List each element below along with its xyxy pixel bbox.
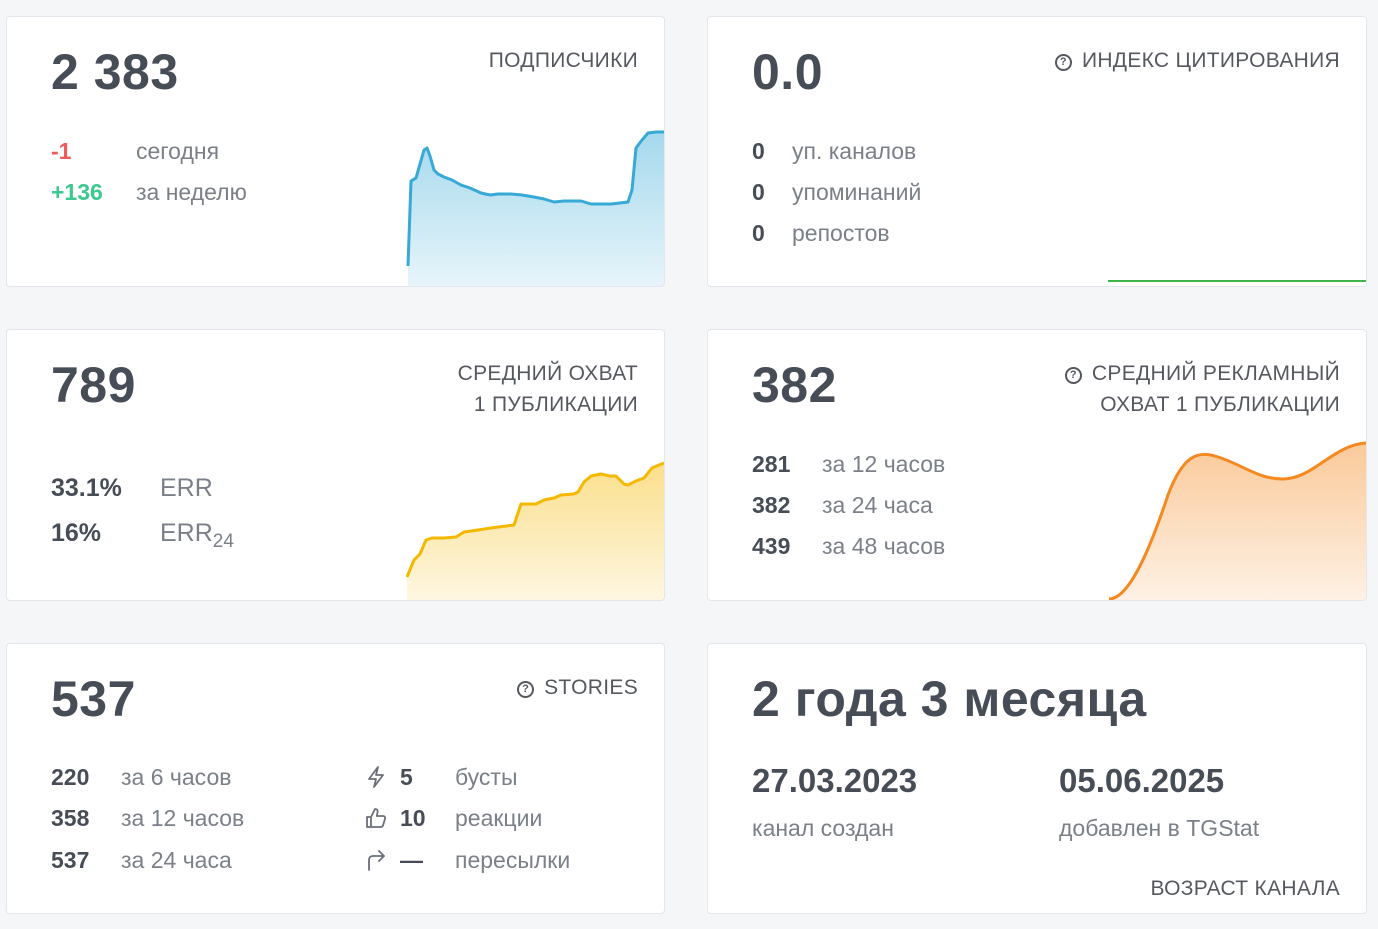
channel-age-card[interactable]: 2 года 3 месяца 27.03.2023 канал создан … [707,643,1367,914]
reactions-label: реакции [455,805,543,831]
reposts-count: 0 [752,220,765,246]
help-icon[interactable]: ? [1064,367,1082,384]
citation-sparkline [1108,280,1366,282]
err24-label: ERR24 [160,519,234,552]
lightning-icon [368,766,384,788]
added-label: добавлен в TGStat [1059,815,1260,841]
citation-card[interactable]: 0.0 ? ИНДЕКС ЦИТИРОВАНИЯ 0 уп. каналов 0 … [707,16,1367,287]
err24-value: 16% [51,519,102,547]
ad-reach-48h-value: 439 [752,533,791,559]
reposts-label: репостов [792,220,890,246]
stories-12h-label: за 12 часов [121,805,245,831]
average-reach-sparkline [406,461,664,600]
stories-24h-value: 537 [51,847,90,873]
subscribers-card[interactable]: 2 383 ПОДПИСЧИКИ -1 сегодня +136 за неде… [6,16,665,287]
ad-reach-24h-label: за 24 часа [822,492,933,518]
week-label: за неделю [136,179,247,205]
channel-age-title: ВОЗРАСТ КАНАЛА [1150,877,1340,900]
ad-reach-12h-label: за 12 часов [822,451,946,477]
stories-card[interactable]: 537 ? STORIES 220 за 6 часов 358 за 12 ча… [6,643,665,914]
forward-arrow-icon [368,850,385,871]
citation-title: ? ИНДЕКС ЦИТИРОВАНИЯ [1054,45,1340,76]
stories-6h-label: за 6 часов [121,764,232,790]
today-label: сегодня [136,138,220,164]
subscribers-title: ПОДПИСЧИКИ [488,49,638,72]
today-delta: -1 [51,138,72,164]
stories-24h-label: за 24 часа [121,847,232,873]
ad-reach-card[interactable]: 382 ? СРЕДНИЙ РЕКЛАМНЫЙ ОХВАТ 1 ПУБЛИКАЦИИ… [707,329,1367,601]
ad-reach-24h-value: 382 [752,492,791,518]
mentions-count: 0 [752,179,765,205]
created-label: канал создан [752,815,894,841]
average-reach-title: СРЕДНИЙ ОХВАТ 1 ПУБЛИКАЦИИ [457,362,638,416]
reactions-value: 10 [400,805,426,831]
ad-reach-12h-value: 281 [752,451,791,477]
citation-index-value: 0.0 [752,44,824,100]
stories-value: 537 [51,671,136,727]
help-icon[interactable]: ? [1054,54,1072,71]
stories-6h-value: 220 [51,764,90,790]
subscribers-sparkline [406,130,664,286]
channels-label: уп. каналов [792,138,917,164]
average-reach-value: 789 [51,357,136,413]
ad-reach-title: ? СРЕДНИЙ РЕКЛАМНЫЙ ОХВАТ 1 ПУБЛИКАЦИИ [1064,358,1340,420]
err-value: 33.1% [51,474,122,502]
subscribers-count: 2 383 [51,44,179,100]
help-icon[interactable]: ? [517,681,535,698]
mentions-label: упоминаний [792,179,922,205]
created-date: 27.03.2023 [752,762,918,799]
added-date: 05.06.2025 [1059,762,1225,799]
thumbs-up-icon [366,808,387,828]
ad-reach-48h-label: за 48 часов [822,533,946,559]
forwards-value: — [400,847,423,873]
forwards-label: пересылки [455,847,571,873]
err-label: ERR [160,474,213,502]
stories-12h-value: 358 [51,805,90,831]
week-delta: +136 [51,179,103,205]
channel-age-value: 2 года 3 месяца [752,671,1147,727]
average-reach-card[interactable]: 789 СРЕДНИЙ ОХВАТ 1 ПУБЛИКАЦИИ 33.1% ERR … [6,329,665,601]
boosts-label: бусты [455,764,518,790]
ad-reach-value: 382 [752,357,837,413]
ad-reach-sparkline [1108,441,1366,600]
stories-title: ? STORIES [517,672,638,703]
boosts-value: 5 [400,764,413,790]
channels-count: 0 [752,138,765,164]
